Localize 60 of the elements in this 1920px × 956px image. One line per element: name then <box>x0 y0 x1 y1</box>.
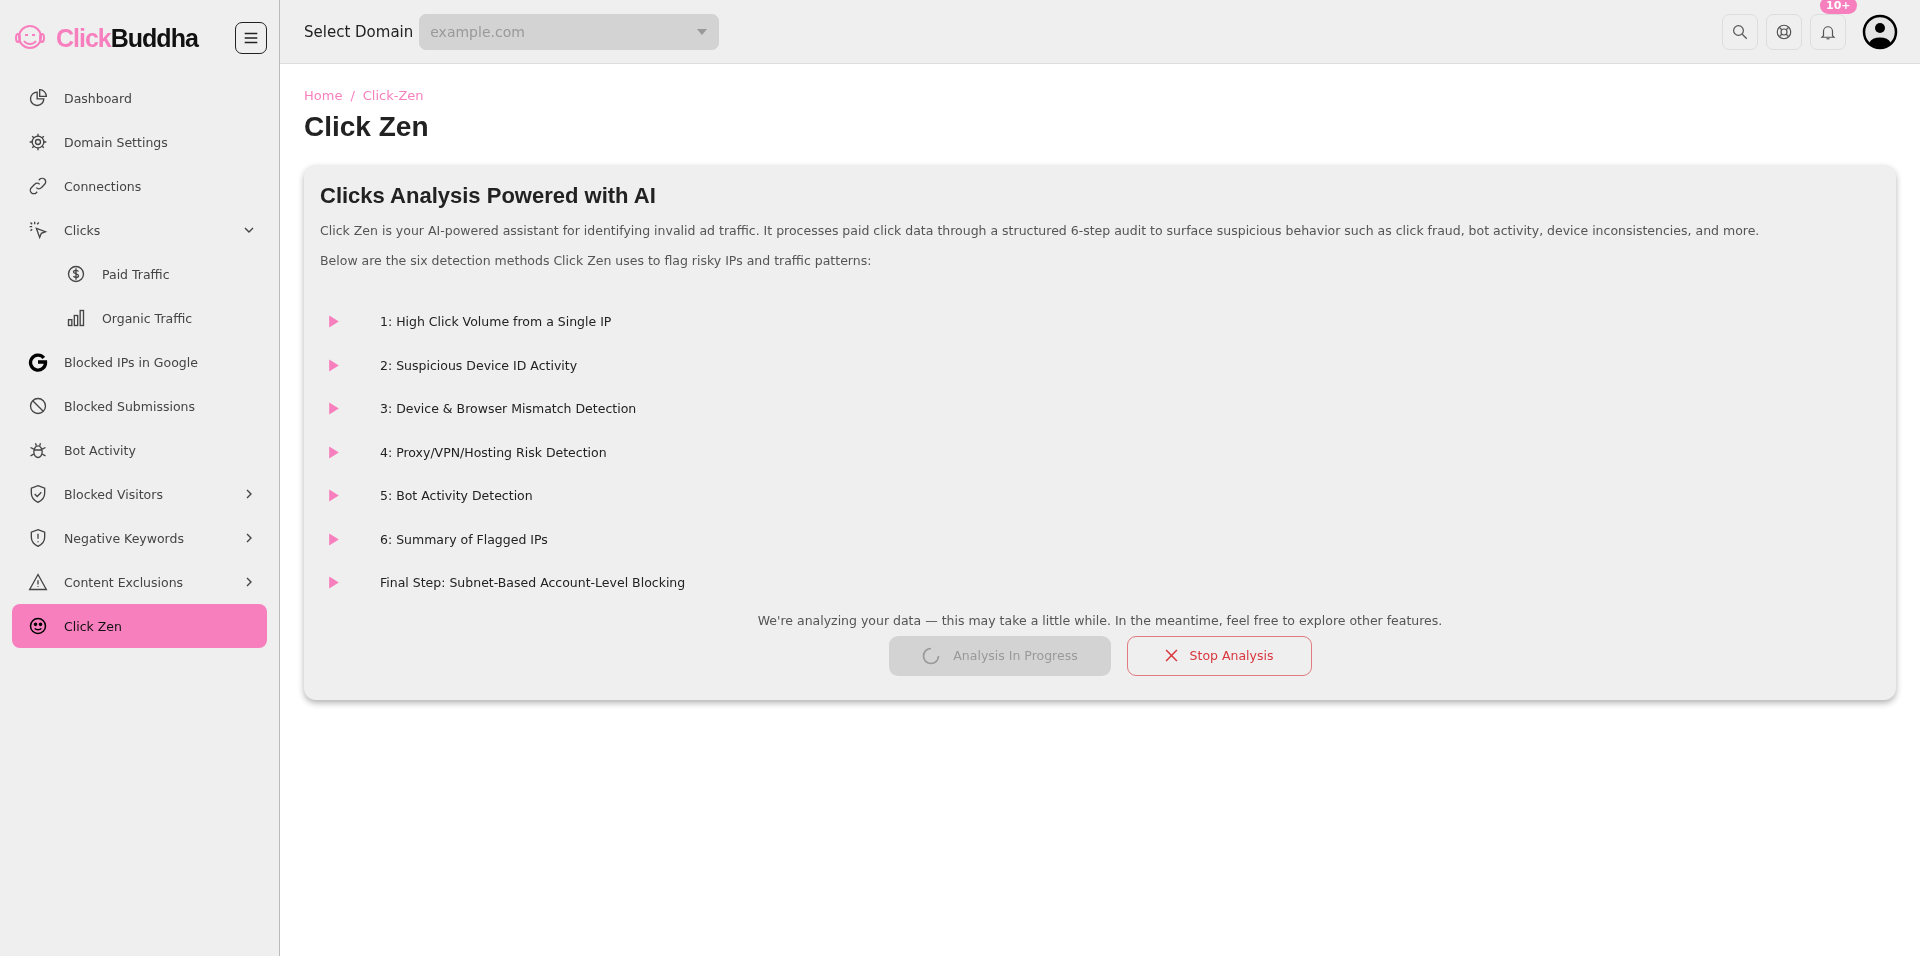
sidebar-item[interactable]: Connections <box>12 164 267 208</box>
caret-right-icon <box>328 315 340 329</box>
sidebar-item[interactable]: Blocked Visitors <box>12 472 267 516</box>
caret-right-icon <box>328 445 340 459</box>
caret-right-icon <box>328 489 340 503</box>
breadcrumb-separator: / <box>350 88 355 103</box>
sidebar-item[interactable]: Click Zen <box>12 604 267 648</box>
caret-right-icon <box>328 576 340 590</box>
sidebar-item[interactable]: Blocked IPs in Google <box>12 340 267 384</box>
page-title: Click Zen <box>304 111 430 143</box>
step-row[interactable]: 2: Suspicious Device ID Activity <box>320 343 1880 387</box>
link-icon <box>28 176 48 196</box>
bug-icon <box>28 440 48 460</box>
sidebar-item[interactable]: Negative Keywords <box>12 516 267 560</box>
step-row[interactable]: 3: Device & Browser Mismatch Detection <box>320 387 1880 431</box>
brand-name: ClickBuddha <box>56 23 200 53</box>
domain-label: Select Domain <box>304 22 414 41</box>
google-g-icon <box>28 352 48 372</box>
close-icon <box>1164 649 1178 662</box>
ban-icon <box>28 396 48 416</box>
search-button[interactable] <box>1722 13 1758 50</box>
notifications-button[interactable] <box>1810 13 1846 50</box>
shield-alert-icon <box>28 528 48 548</box>
settings-icon <box>28 132 48 152</box>
bar-chart-icon <box>66 308 86 328</box>
sidebar-item[interactable]: Bot Activity <box>12 428 267 472</box>
step-row[interactable]: 1: High Click Volume from a Single IP <box>320 300 1880 344</box>
step-row[interactable]: 5: Bot Activity Detection <box>320 474 1880 518</box>
sidebar-item[interactable]: Blocked Submissions <box>12 384 267 428</box>
caret-right-icon <box>328 532 340 546</box>
sidebar-item[interactable]: Organic Traffic <box>12 296 267 340</box>
sidebar-item[interactable]: Paid Traffic <box>12 252 267 296</box>
spinner-icon <box>921 645 942 666</box>
dropdown-caret-icon <box>697 28 708 35</box>
stop-analysis-button[interactable]: Stop Analysis <box>1126 635 1312 676</box>
intro-text: Below are the six detection methods Click Zen uses to flag risky IPs and traffic patterns: <box>320 253 873 268</box>
sidebar-item[interactable]: Dashboard <box>12 76 267 120</box>
search-icon <box>1731 22 1749 41</box>
sidebar-item[interactable]: Clicks <box>12 208 267 252</box>
card-title: Clicks Analysis Powered with AI <box>320 183 657 209</box>
pie-chart-icon <box>28 88 48 108</box>
cursor-click-icon <box>28 220 48 240</box>
help-lifebuoy-button[interactable] <box>1766 13 1802 50</box>
smiling-face-icon <box>28 616 48 636</box>
caret-right-icon <box>328 358 340 372</box>
warning-icon <box>28 572 48 592</box>
shield-check-icon <box>28 484 48 504</box>
sidebar-item[interactable]: Domain Settings <box>12 120 267 164</box>
lifebuoy-icon <box>1775 22 1793 41</box>
step-row[interactable]: 4: Proxy/VPN/Hosting Risk Detection <box>320 430 1880 474</box>
notification-badge: 10+ <box>1820 0 1857 14</box>
caret-right-icon <box>328 402 340 416</box>
status-note: We're analyzing your data — this may take a little while. In the meantime, feel free to explore other features. <box>756 612 1444 628</box>
description-text: Click Zen is your AI-powered assistant for identifying invalid ad traffic. It processes paid click data through a structured 6-step audit to surface suspicious behavior such as click fraud, bot activity, device inconsistencies, and more. <box>320 223 1761 238</box>
step-row[interactable]: 6: Summary of Flagged IPs <box>320 517 1880 561</box>
step-row[interactable]: Final Step: Subnet-Based Account-Level Blocking <box>320 561 1880 605</box>
sidebar-item[interactable]: Content Exclusions <box>12 560 267 604</box>
menu-button[interactable] <box>235 22 267 54</box>
user-avatar-icon[interactable] <box>1862 13 1898 50</box>
dollar-icon <box>66 264 86 284</box>
